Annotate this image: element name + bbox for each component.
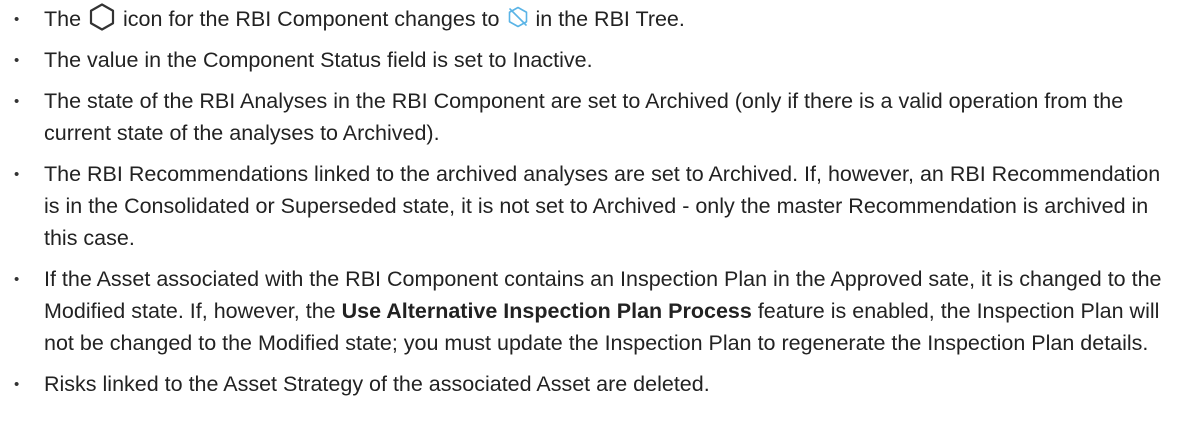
bullet-list: The icon for the RBI Component changes t… — [0, 0, 1190, 409]
list-item: The RBI Recommendations linked to the ar… — [0, 158, 1190, 254]
item-text: in the RBI Tree. — [535, 7, 685, 31]
list-item: The icon for the RBI Component changes t… — [0, 2, 1190, 37]
item-text: The — [44, 7, 82, 31]
hexagon-outline-icon — [87, 2, 117, 32]
item-text: icon for the RBI Component changes to — [123, 7, 500, 31]
list-item: The state of the RBI Analyses in the RBI… — [0, 85, 1190, 149]
inactive-hexagon-icon — [506, 5, 530, 29]
item-text: The value in the Component Status field … — [44, 48, 593, 73]
item-text: Risks linked to the Asset Strategy of th… — [44, 372, 710, 397]
list-item: Risks linked to the Asset Strategy of th… — [0, 368, 1190, 402]
list-item: If the Asset associated with the RBI Com… — [0, 263, 1190, 359]
feature-name: Use Alternative Inspection Plan Process — [341, 299, 752, 324]
item-text: The state of the RBI Analyses in the RBI… — [44, 89, 1124, 146]
item-text: The RBI Recommendations linked to the ar… — [44, 162, 1161, 251]
list-item: The value in the Component Status field … — [0, 44, 1190, 78]
